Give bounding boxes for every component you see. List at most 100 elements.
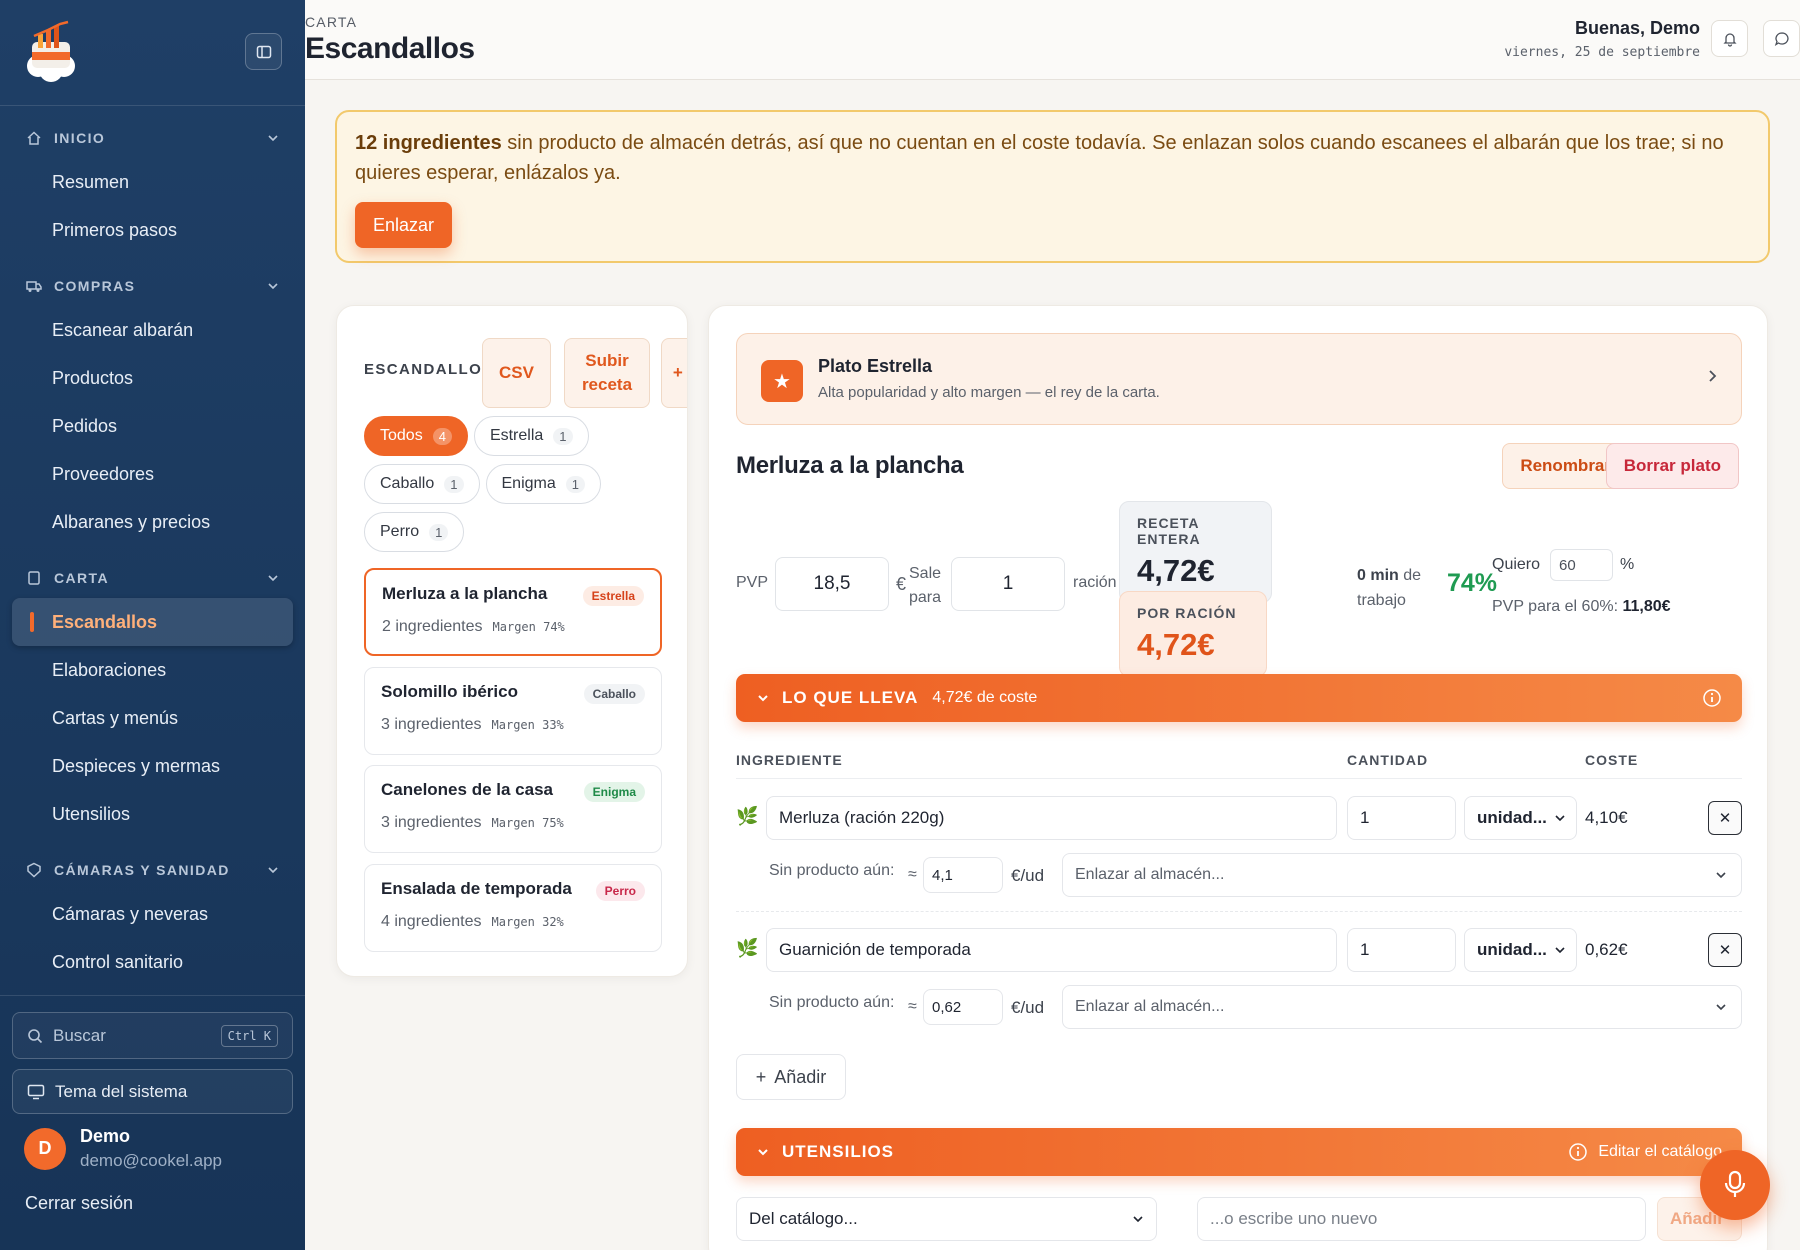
new-dish-button[interactable]: + Plato xyxy=(661,338,687,408)
sidebar: INICIO Resumen Primeros pasos COMPRAS Es… xyxy=(0,0,305,1250)
theme-toggle[interactable]: Tema del sistema xyxy=(12,1069,293,1114)
recipe-cost-card: RECETA ENTERA 4,72€ xyxy=(1119,501,1272,603)
nav-item-cartas-menus[interactable]: Cartas y menús xyxy=(12,694,293,742)
unit-price-input[interactable]: 4,1 xyxy=(923,857,1003,893)
filter-chip-caballo[interactable]: Caballo 1 xyxy=(364,464,480,504)
chevron-down-icon xyxy=(1555,815,1565,822)
delete-dish-button[interactable]: Borrar plato xyxy=(1605,443,1739,489)
dish-margin: Margen 33% xyxy=(491,718,564,732)
nav-section-carta[interactable]: CARTA xyxy=(0,558,305,598)
target-margin-input[interactable]: 60 xyxy=(1550,549,1613,581)
portion-cost-label: POR RACIÓN xyxy=(1137,605,1237,621)
logout-link[interactable]: Cerrar sesión xyxy=(25,1193,305,1214)
sidebar-nav: INICIO Resumen Primeros pasos COMPRAS Es… xyxy=(0,118,305,986)
sidebar-toggle-button[interactable] xyxy=(245,33,282,70)
link-warehouse-select[interactable]: Enlazar al almacén... xyxy=(1062,985,1742,1029)
filter-chip-perro[interactable]: Perro 1 xyxy=(364,512,465,552)
row-cost: 4,10€ xyxy=(1585,808,1628,827)
dish-card[interactable]: Ensalada de temporada Perro 4 ingredient… xyxy=(364,864,662,952)
link-warehouse-select[interactable]: Enlazar al almacén... xyxy=(1062,853,1742,897)
pvp-label: PVP xyxy=(736,574,769,591)
filter-chip-enigma[interactable]: Enigma 1 xyxy=(485,464,601,504)
info-icon[interactable] xyxy=(1702,688,1722,708)
target-pvp: PVP para el 60%: 11,80€ xyxy=(1492,598,1671,616)
monitor-icon xyxy=(27,1084,45,1099)
currency-label: € xyxy=(896,574,907,594)
filter-chip-estrella[interactable]: Estrella 1 xyxy=(473,416,589,456)
chip-count: 4 xyxy=(432,427,452,445)
portions-input[interactable]: 1 xyxy=(951,557,1065,611)
greeting-name: Buenas, Demo xyxy=(1574,18,1700,38)
nav-section-camaras[interactable]: CÁMARAS Y SANIDAD xyxy=(0,850,305,890)
upload-recipe-button[interactable]: Subir receta xyxy=(564,338,650,408)
nav-item-primeros-pasos[interactable]: Primeros pasos xyxy=(12,206,293,254)
category-subtitle: Alta popularidad y alto margen — el rey … xyxy=(818,384,1160,401)
unit-select[interactable]: unidad... xyxy=(1464,796,1577,840)
user-profile[interactable]: D Demo demo@cookel.app xyxy=(24,1126,305,1171)
truck-icon xyxy=(26,278,42,294)
csv-button[interactable]: CSV xyxy=(482,338,551,408)
quantity-input[interactable]: 1 xyxy=(1347,796,1456,840)
notifications-button[interactable] xyxy=(1711,20,1748,57)
margin-percent: 74% xyxy=(1447,569,1498,597)
ingredients-title: LO QUE LLEVA xyxy=(782,688,919,707)
nav-section-compras[interactable]: COMPRAS xyxy=(0,266,305,306)
alert-count: 12 ingredientes xyxy=(355,132,502,154)
filter-chip-todos[interactable]: Todos 4 xyxy=(364,416,468,456)
section-label: CÁMARAS Y SANIDAD xyxy=(54,862,230,878)
alert-text: sin producto de almacén detrás, así que … xyxy=(355,132,1724,184)
unit-select[interactable]: unidad... xyxy=(1464,928,1577,972)
chevron-down-icon xyxy=(1716,872,1726,879)
quantity-input[interactable]: 1 xyxy=(1347,928,1456,972)
chip-label: Caballo xyxy=(380,475,435,492)
remove-ingredient-button[interactable]: ✕ xyxy=(1708,801,1742,835)
dish-card[interactable]: Canelones de la casa Enigma 3 ingredient… xyxy=(364,765,662,853)
new-utensil-input[interactable]: ...o escribe uno nuevo xyxy=(1197,1197,1646,1241)
nav-item-despieces-mermas[interactable]: Despieces y mermas xyxy=(12,742,293,790)
link-button[interactable]: Enlazar xyxy=(355,202,453,248)
racion-label: ración xyxy=(1073,574,1117,591)
nav-item-escanear-albaran[interactable]: Escanear albarán xyxy=(12,306,293,354)
nav-item-elaboraciones[interactable]: Elaboraciones xyxy=(12,646,293,694)
quiero-label: Quiero xyxy=(1492,556,1541,573)
nav-item-resumen[interactable]: Resumen xyxy=(12,158,293,206)
ingredients-section-header[interactable]: LO QUE LLEVA 4,72€ de coste xyxy=(736,674,1742,722)
pvp-input[interactable]: 18,5 xyxy=(775,557,889,611)
cookel-logo[interactable] xyxy=(24,20,78,82)
list-title: ESCANDALLOS xyxy=(364,361,494,378)
leaf-icon: 🌿 xyxy=(736,938,759,958)
chip-count: 1 xyxy=(429,523,449,541)
nav-section-inicio[interactable]: INICIO xyxy=(0,118,305,158)
dish-category-card[interactable]: ★ Plato Estrella Alta popularidad y alto… xyxy=(736,333,1742,425)
dish-card[interactable]: Solomillo ibérico Caballo 3 ingredientes… xyxy=(364,667,662,755)
nav-item-camaras-neveras[interactable]: Cámaras y neveras xyxy=(12,890,293,938)
nav-item-escandallos[interactable]: Escandallos xyxy=(12,598,293,646)
chat-button[interactable] xyxy=(1763,20,1800,57)
edit-catalog-link[interactable]: Editar el catálogo xyxy=(1598,1143,1722,1161)
nav-item-utensilios[interactable]: Utensilios xyxy=(12,790,293,838)
dish-ingredients: 3 ingredientes xyxy=(381,716,482,733)
nav-item-pedidos[interactable]: Pedidos xyxy=(12,402,293,450)
dish-card[interactable]: Merluza a la plancha Estrella 2 ingredie… xyxy=(364,568,662,656)
ingredient-name-input[interactable]: Merluza (ración 220g) xyxy=(766,796,1337,840)
link-warehouse-placeholder: Enlazar al almacén... xyxy=(1075,866,1225,883)
dish-detail-panel: ★ Plato Estrella Alta popularidad y alto… xyxy=(708,305,1768,1250)
unit-price-input[interactable]: 0,62 xyxy=(923,989,1003,1025)
utensils-section-header[interactable]: UTENSILIOS Editar el catálogo xyxy=(736,1128,1742,1176)
voice-input-button[interactable] xyxy=(1700,1150,1770,1220)
nav-item-control-sanitario[interactable]: Control sanitario xyxy=(12,938,293,986)
nav-item-albaranes-precios[interactable]: Albaranes y precios xyxy=(12,498,293,546)
category-badge: Caballo xyxy=(583,684,645,704)
nav-item-productos[interactable]: Productos xyxy=(12,354,293,402)
search-button[interactable]: Buscar Ctrl K xyxy=(12,1012,293,1059)
category-badge: Perro xyxy=(595,881,645,901)
breadcrumb[interactable]: CARTA xyxy=(305,14,357,30)
add-ingredient-button[interactable]: + Añadir xyxy=(736,1054,846,1100)
catalog-select[interactable]: Del catálogo... xyxy=(736,1197,1157,1241)
nav-item-proveedores[interactable]: Proveedores xyxy=(12,450,293,498)
remove-ingredient-button[interactable]: ✕ xyxy=(1708,933,1742,967)
search-label: Buscar xyxy=(53,1025,106,1045)
section-label: COMPRAS xyxy=(54,278,136,294)
ingredient-name-input[interactable]: Guarnición de temporada xyxy=(766,928,1337,972)
approx-sign: ≈ xyxy=(908,866,917,883)
